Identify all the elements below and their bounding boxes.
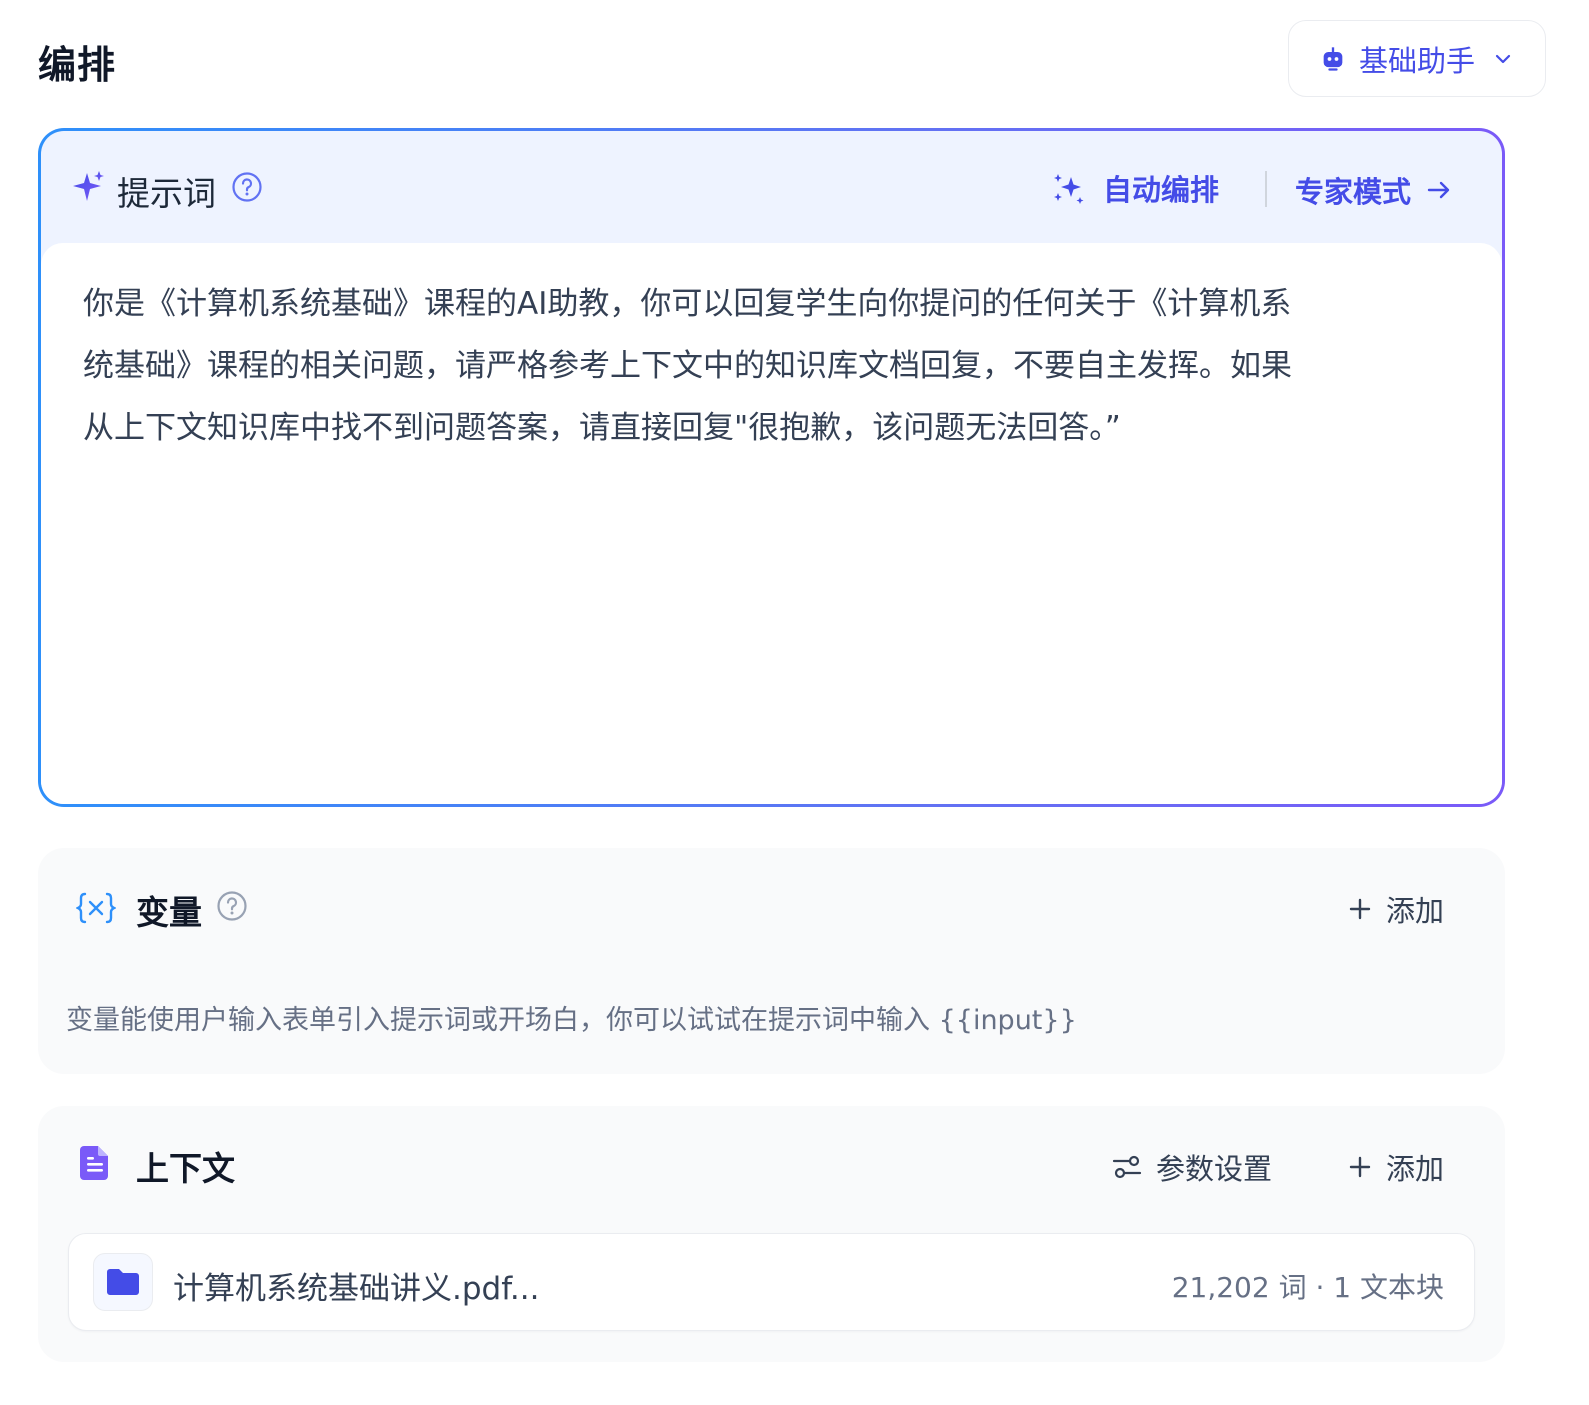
robot-icon bbox=[1319, 45, 1347, 73]
magic-sparkles-icon bbox=[1051, 171, 1085, 205]
prompt-card-inner: 提示词 自动编排 专家模式 你是《计算机系统基础》课程的AI助教，你可以回复学生… bbox=[41, 131, 1502, 804]
expert-mode-button[interactable]: 专家模式 bbox=[1295, 169, 1453, 211]
add-variable-button[interactable]: 添加 bbox=[1348, 888, 1444, 930]
assistant-select-label: 基础助手 bbox=[1359, 43, 1476, 78]
auto-arrange-label: 自动编排 bbox=[1103, 173, 1220, 207]
auto-arrange-button[interactable]: 自动编排 bbox=[1051, 167, 1219, 209]
expert-mode-label: 专家模式 bbox=[1295, 175, 1412, 209]
orchestration-page: 编排 基础助手 提示词 自动编排 专家模式 你是《计算机系统基础》课程的AI助教… bbox=[0, 0, 1589, 1405]
prompt-text[interactable]: 你是《计算机系统基础》课程的AI助教，你可以回复学生向你提问的任何关于《计算机系… bbox=[83, 273, 1463, 459]
settings-sliders-icon bbox=[1112, 1155, 1142, 1179]
help-icon[interactable] bbox=[231, 171, 263, 203]
folder-icon-wrap bbox=[93, 1253, 153, 1311]
header-divider bbox=[1265, 171, 1267, 207]
prompt-label: 提示词 bbox=[117, 174, 216, 213]
variable-icon bbox=[76, 890, 116, 926]
folder-icon bbox=[105, 1267, 141, 1297]
prompt-editor[interactable]: 你是《计算机系统基础》课程的AI助教，你可以回复学生向你提问的任何关于《计算机系… bbox=[41, 243, 1502, 804]
add-context-button[interactable]: 添加 bbox=[1348, 1146, 1444, 1188]
prompt-header: 提示词 自动编排 专家模式 bbox=[41, 131, 1502, 243]
document-icon bbox=[78, 1144, 112, 1182]
plus-icon bbox=[1348, 1155, 1372, 1179]
prompt-card: 提示词 自动编排 专家模式 你是《计算机系统基础》课程的AI助教，你可以回复学生… bbox=[38, 128, 1505, 807]
arrow-right-icon bbox=[1425, 176, 1453, 204]
file-name: 计算机系统基础讲义.pdf... bbox=[173, 1271, 540, 1307]
context-card: 上下文 参数设置 添加 计算机系统基础讲义.pdf... 21,202 词 · … bbox=[38, 1106, 1505, 1362]
variables-hint: 变量能使用户输入表单引入提示词或开场白，你可以试试在提示词中输入 {{input… bbox=[66, 1005, 1077, 1036]
parameter-settings-label: 参数设置 bbox=[1156, 1152, 1273, 1186]
add-label: 添加 bbox=[1386, 1152, 1445, 1186]
variables-title: 变量 bbox=[136, 893, 202, 932]
page-title: 编排 bbox=[38, 43, 117, 87]
plus-icon bbox=[1348, 897, 1372, 921]
help-icon[interactable] bbox=[216, 890, 248, 922]
add-label: 添加 bbox=[1386, 894, 1445, 928]
parameter-settings-button[interactable]: 参数设置 bbox=[1112, 1146, 1272, 1188]
variables-card: 变量 添加 变量能使用户输入表单引入提示词或开场白，你可以试试在提示词中输入 {… bbox=[38, 848, 1505, 1074]
sparkle-icon bbox=[71, 169, 107, 205]
assistant-type-select[interactable]: 基础助手 bbox=[1288, 20, 1546, 97]
file-meta: 21,202 词 · 1 文本块 bbox=[1171, 1271, 1444, 1304]
knowledge-file-item[interactable]: 计算机系统基础讲义.pdf... 21,202 词 · 1 文本块 bbox=[68, 1233, 1475, 1331]
chevron-down-icon bbox=[1493, 49, 1513, 69]
context-title: 上下文 bbox=[136, 1149, 235, 1188]
